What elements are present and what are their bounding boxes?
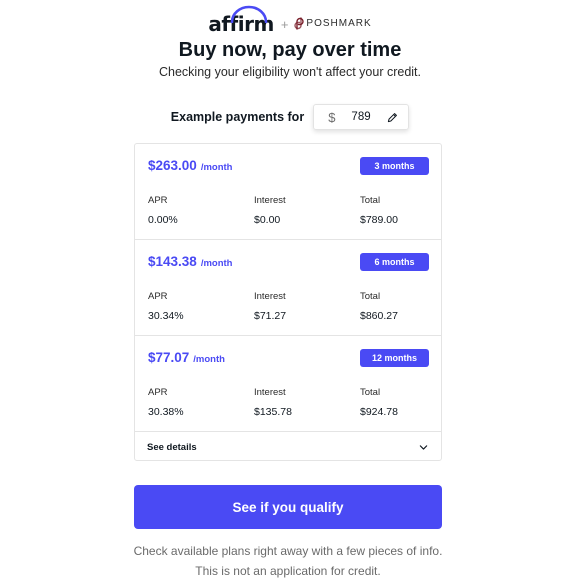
total-column: Total $860.27 <box>360 291 398 322</box>
total-label: Total <box>360 387 381 398</box>
plan-option[interactable]: $143.38 /month 6 months APR 30.34% Inter… <box>135 240 441 336</box>
see-details-toggle[interactable]: See details <box>135 432 441 462</box>
monthly-amount: $263.00 <box>148 158 197 173</box>
interest-label: Interest <box>254 291 286 302</box>
interest-column: Interest $135.78 <box>254 387 292 418</box>
poshmark-wordmark: POSHMARK <box>306 18 372 29</box>
term-badge: 12 months <box>360 349 429 367</box>
pencil-icon[interactable] <box>387 112 398 123</box>
see-details-label: See details <box>147 441 197 453</box>
monthly-amount: $77.07 <box>148 350 190 365</box>
interest-label: Interest <box>254 387 286 398</box>
monthly-payment: $263.00 /month <box>148 158 232 173</box>
monthly-payment: $143.38 /month <box>148 254 232 269</box>
total-label: Total <box>360 291 381 302</box>
interest-value: $0.00 <box>254 214 281 226</box>
interest-value: $71.27 <box>254 310 287 322</box>
payment-plans-card: $263.00 /month 3 months APR 0.00% Intere… <box>134 143 442 461</box>
plan-option[interactable]: $77.07 /month 12 months APR 30.38% Inter… <box>135 336 441 432</box>
apr-label: APR <box>148 195 168 206</box>
monthly-unit: /month <box>200 162 233 173</box>
footer-note-line2: This is not an application for credit. <box>195 564 381 578</box>
logo-row: affirm + POSHMARK <box>0 5 580 36</box>
apr-column: APR 30.34% <box>148 291 184 322</box>
chevron-down-icon[interactable] <box>419 443 428 452</box>
total-column: Total $924.78 <box>360 387 398 418</box>
dollar-sign: $ <box>328 109 336 125</box>
monthly-payment: $77.07 /month <box>148 350 225 365</box>
example-payments-row: Example payments for $ 789 <box>0 104 580 130</box>
interest-value: $135.78 <box>254 406 292 418</box>
amount-input[interactable]: $ 789 <box>313 104 410 130</box>
poshmark-logo-icon <box>294 17 305 30</box>
total-label: Total <box>360 195 381 206</box>
interest-column: Interest $0.00 <box>254 195 286 226</box>
monthly-amount: $143.38 <box>148 254 197 269</box>
affirm-arc-icon <box>231 5 268 23</box>
total-value: $789.00 <box>360 214 398 226</box>
term-badge: 3 months <box>360 157 429 175</box>
plus-separator: + <box>280 16 289 32</box>
plan-option[interactable]: $263.00 /month 3 months APR 0.00% Intere… <box>135 144 441 240</box>
page-subtitle: Checking your eligibility won't affect y… <box>159 65 421 79</box>
interest-label: Interest <box>254 195 286 206</box>
see-if-you-qualify-button[interactable]: See if you qualify <box>134 485 442 529</box>
interest-column: Interest $71.27 <box>254 291 286 322</box>
apr-column: APR 0.00% <box>148 195 178 226</box>
affirm-logo: affirm <box>208 5 274 36</box>
apr-value: 0.00% <box>148 214 178 226</box>
apr-column: APR 30.38% <box>148 387 184 418</box>
page-title: Buy now, pay over time <box>178 39 402 61</box>
poshmark-logo: POSHMARK <box>294 14 371 30</box>
monthly-unit: /month <box>200 258 233 269</box>
total-value: $860.27 <box>360 310 398 322</box>
footer-note-line1: Check available plans right away with a … <box>133 544 443 558</box>
apr-label: APR <box>148 387 168 398</box>
example-payments-label: Example payments for <box>170 110 305 124</box>
total-value: $924.78 <box>360 406 398 418</box>
apr-value: 30.34% <box>148 310 184 322</box>
amount-value[interactable]: 789 <box>351 111 387 123</box>
apr-value: 30.38% <box>148 406 184 418</box>
total-column: Total $789.00 <box>360 195 398 226</box>
term-badge: 6 months <box>360 253 429 271</box>
monthly-unit: /month <box>193 354 225 365</box>
apr-label: APR <box>148 291 168 302</box>
